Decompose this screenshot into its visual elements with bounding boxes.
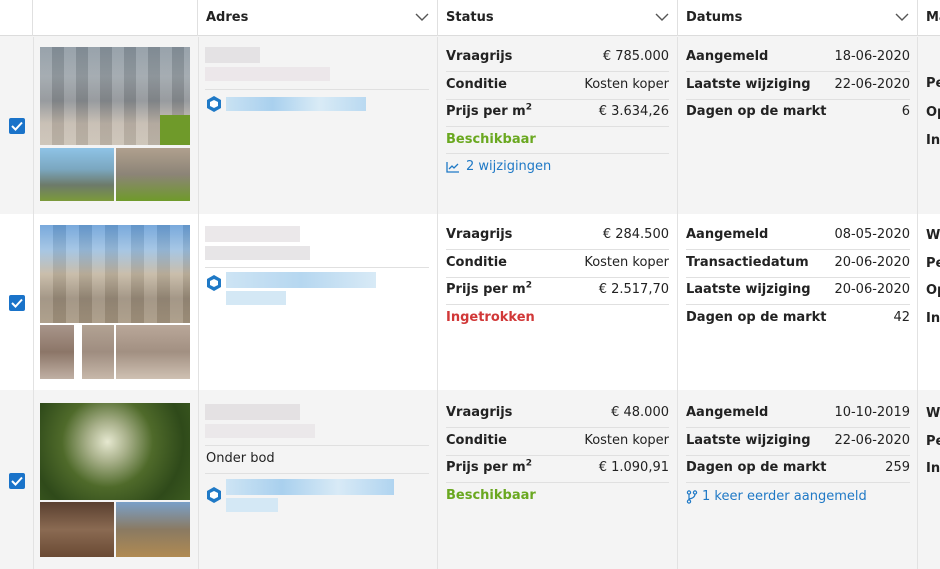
branch-icon — [686, 490, 698, 504]
row-checkbox[interactable] — [9, 295, 25, 311]
link-redacted[interactable] — [226, 479, 396, 515]
table-row[interactable]: Vraagrijs € 785.000 Conditie Kosten koper … — [0, 37, 940, 214]
date-row: Aangemeld 18-06-2020 — [686, 49, 910, 64]
table-row[interactable]: Onder bod Vraagrijs € 48.000 Conditie Kost… — [0, 390, 940, 569]
hexagon-logo-icon — [207, 96, 221, 112]
status-row: Prijs per m2 € 3.634,26 — [446, 102, 669, 119]
cut-text: Pe — [926, 434, 940, 449]
check-icon — [11, 476, 23, 486]
table-row[interactable]: Vraagrijs € 284.500 Conditie Kosten koper … — [0, 214, 940, 390]
date-row: Laatste wijziging 22-06-2020 — [686, 433, 910, 448]
date-row: Dagen op de markt 259 — [686, 460, 910, 475]
cut-text: Inl — [926, 461, 940, 476]
cut-text: We — [926, 406, 940, 421]
main-photo[interactable] — [40, 225, 190, 323]
trend-chart-icon — [446, 162, 459, 173]
main-photo[interactable] — [40, 403, 190, 500]
link-redacted[interactable] — [226, 97, 366, 111]
history-link[interactable]: 1 keer eerder aangemeld — [686, 483, 910, 511]
thumb-photo[interactable] — [40, 502, 114, 557]
date-row: Aangemeld 08-05-2020 — [686, 227, 910, 242]
header-adres-label: Adres — [206, 10, 249, 25]
chevron-down-icon[interactable] — [895, 12, 909, 22]
row-checkbox[interactable] — [9, 473, 25, 489]
availability-status: Beschikbaar — [446, 132, 536, 147]
header-datums[interactable]: Datums — [678, 0, 918, 36]
header-photo-cell — [33, 0, 198, 36]
cut-text: Pe — [926, 76, 940, 91]
status-row: Vraagrijs € 48.000 — [446, 405, 669, 420]
date-row: Aangemeld 10-10-2019 — [686, 405, 910, 420]
hexagon-logo-icon — [207, 275, 221, 291]
chevron-down-icon[interactable] — [655, 12, 669, 22]
cut-text: Inl — [926, 133, 940, 148]
thumb-photo[interactable] — [116, 502, 190, 557]
date-row: Laatste wijziging 20-06-2020 — [686, 282, 910, 297]
availability-status: Beschikbaar — [446, 488, 536, 503]
date-row: Laatste wijziging 22-06-2020 — [686, 77, 910, 92]
header-status-label: Status — [446, 10, 494, 25]
availability-status: Ingetrokken — [446, 310, 535, 325]
header-adres[interactable]: Adres — [198, 0, 438, 36]
header-more-label: Ma — [926, 10, 940, 25]
address-status: Onder bod — [206, 451, 275, 466]
date-row: Dagen op de markt 42 — [686, 310, 910, 325]
cut-text: Inl — [926, 311, 940, 326]
cut-text: Op — [926, 105, 940, 120]
status-row: Conditie Kosten koper — [446, 255, 669, 270]
changes-link[interactable]: 2 wijzigingen — [446, 153, 669, 181]
row-checkbox[interactable] — [9, 118, 25, 134]
cut-text: We — [926, 228, 940, 243]
address-redacted — [205, 404, 430, 444]
chevron-down-icon[interactable] — [415, 12, 429, 22]
header-status[interactable]: Status — [438, 0, 678, 36]
thumb-photo[interactable] — [116, 148, 190, 201]
cut-text: Pe — [926, 256, 940, 271]
thumb-photo[interactable] — [116, 325, 190, 379]
address-redacted — [205, 226, 430, 266]
date-row: Dagen op de markt 6 — [686, 104, 910, 119]
thumb-photo[interactable] — [82, 325, 114, 379]
date-row: Transactiedatum 20-06-2020 — [686, 255, 910, 270]
status-row: Prijs per m2 € 1.090,91 — [446, 458, 669, 475]
thumb-photo[interactable] — [40, 325, 74, 379]
status-row: Conditie Kosten koper — [446, 433, 669, 448]
check-icon — [11, 298, 23, 308]
header-select-cell — [0, 0, 33, 36]
thumb-photo[interactable] — [40, 148, 114, 201]
status-row: Conditie Kosten koper — [446, 77, 669, 92]
status-row: Prijs per m2 € 2.517,70 — [446, 280, 669, 297]
status-row: Vraagrijs € 284.500 — [446, 227, 669, 242]
cut-text: Op — [926, 283, 940, 298]
main-photo[interactable] — [40, 47, 190, 145]
header-more[interactable]: Ma — [918, 0, 940, 36]
address-redacted — [205, 47, 430, 87]
header-datums-label: Datums — [686, 10, 743, 25]
hexagon-logo-icon — [207, 487, 221, 503]
status-row: Vraagrijs € 785.000 — [446, 49, 669, 64]
check-icon — [11, 121, 23, 131]
link-redacted[interactable] — [226, 272, 376, 308]
table-header: Adres Status Datums Ma — [0, 0, 940, 36]
